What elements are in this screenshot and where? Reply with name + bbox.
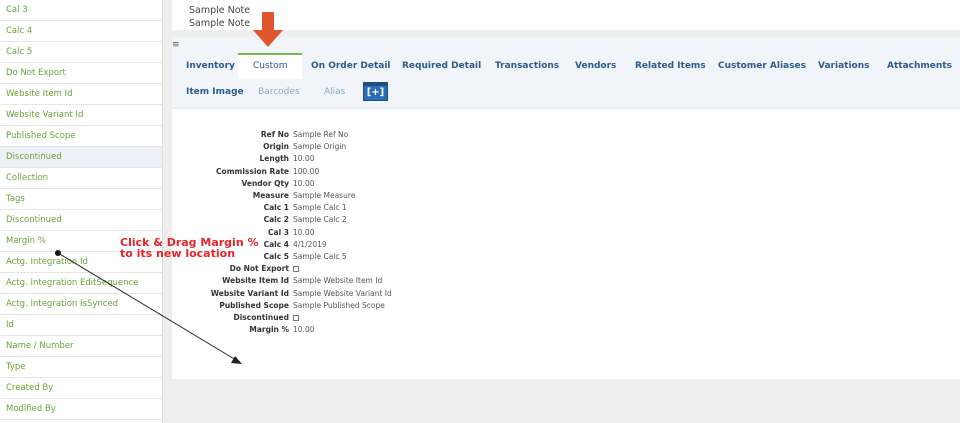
pointer-down-arrow-icon (253, 12, 283, 47)
annotation-overlay (57, 12, 283, 364)
drag-path-arrow-icon (57, 252, 242, 364)
